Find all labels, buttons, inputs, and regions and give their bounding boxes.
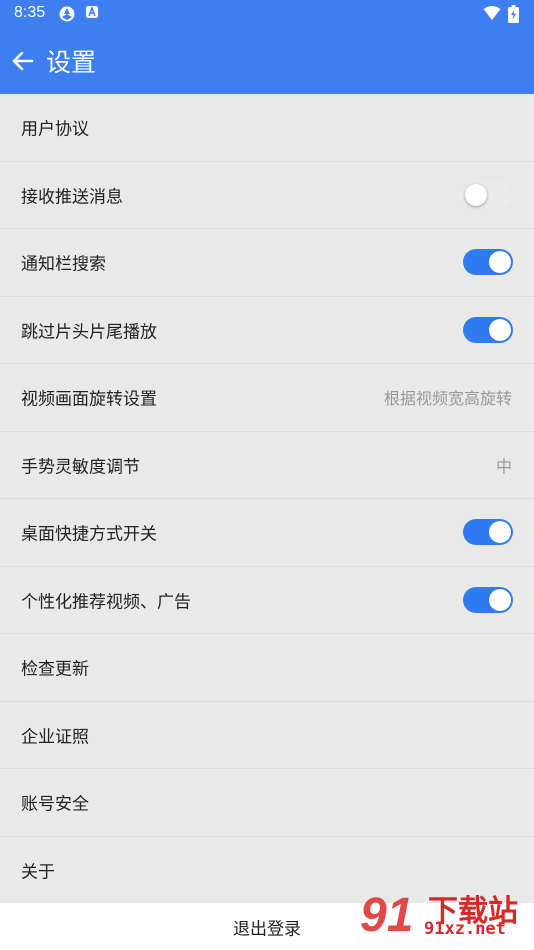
battery-icon <box>508 5 519 23</box>
personalized-recommend-toggle[interactable] <box>463 586 513 613</box>
settings-row-notification-search[interactable]: 通知栏搜索 <box>0 229 534 297</box>
row-label: 个性化推荐视频、广告 <box>21 592 191 613</box>
settings-row-account-security[interactable]: 账号安全 <box>0 769 534 837</box>
settings-list: 用户协议 接收推送消息 通知栏搜索 跳过片头片尾播放 视频画面旋转设置 根据视频… <box>0 94 534 904</box>
settings-row-business-license[interactable]: 企业证照 <box>0 702 534 769</box>
settings-row-skip-intro-outro[interactable]: 跳过片头片尾播放 <box>0 297 534 364</box>
settings-row-user-agreement[interactable]: 用户协议 <box>0 94 534 162</box>
watermark-url: 91xz.net <box>424 919 506 939</box>
settings-row-gesture-sensitivity[interactable]: 手势灵敏度调节 中 <box>0 432 534 499</box>
desktop-shortcut-toggle[interactable] <box>463 519 513 546</box>
skip-intro-outro-toggle[interactable] <box>463 316 513 343</box>
row-label: 通知栏搜索 <box>21 254 106 275</box>
watermark-logo: 91 <box>360 889 414 942</box>
row-label: 账号安全 <box>21 794 89 815</box>
logout-label: 退出登录 <box>233 919 301 939</box>
row-label: 关于 <box>21 862 55 883</box>
row-label: 视频画面旋转设置 <box>21 389 157 410</box>
row-label: 用户协议 <box>21 119 89 140</box>
row-label: 手势灵敏度调节 <box>21 457 140 478</box>
app-bar: 设置 <box>0 28 534 94</box>
a-notification-icon <box>86 5 98 18</box>
row-label: 企业证照 <box>21 727 89 748</box>
settings-row-push-messages[interactable]: 接收推送消息 <box>0 162 534 229</box>
watermark: 91 下载站 91xz.net <box>360 886 528 946</box>
row-label: 接收推送消息 <box>21 187 123 208</box>
row-label: 跳过片头片尾播放 <box>21 322 157 343</box>
back-arrow-icon[interactable] <box>10 48 36 74</box>
settings-row-check-update[interactable]: 检查更新 <box>0 634 534 702</box>
settings-row-rotation[interactable]: 视频画面旋转设置 根据视频宽高旋转 <box>0 364 534 432</box>
gesture-sensitivity-value: 中 <box>495 456 512 476</box>
settings-row-desktop-shortcut[interactable]: 桌面快捷方式开关 <box>0 499 534 567</box>
status-bar: 8:35 <box>0 0 534 28</box>
row-label: 检查更新 <box>21 659 89 680</box>
settings-row-personalized-recommend[interactable]: 个性化推荐视频、广告 <box>0 567 534 634</box>
row-label: 桌面快捷方式开关 <box>21 524 157 545</box>
wifi-icon <box>483 6 501 20</box>
push-messages-toggle[interactable] <box>463 181 513 208</box>
app-notification-icon <box>59 6 75 22</box>
status-time: 8:35 <box>14 4 46 21</box>
notification-search-toggle[interactable] <box>463 249 513 276</box>
page-title: 设置 <box>46 48 97 77</box>
rotation-value: 根据视频宽高旋转 <box>383 389 512 409</box>
